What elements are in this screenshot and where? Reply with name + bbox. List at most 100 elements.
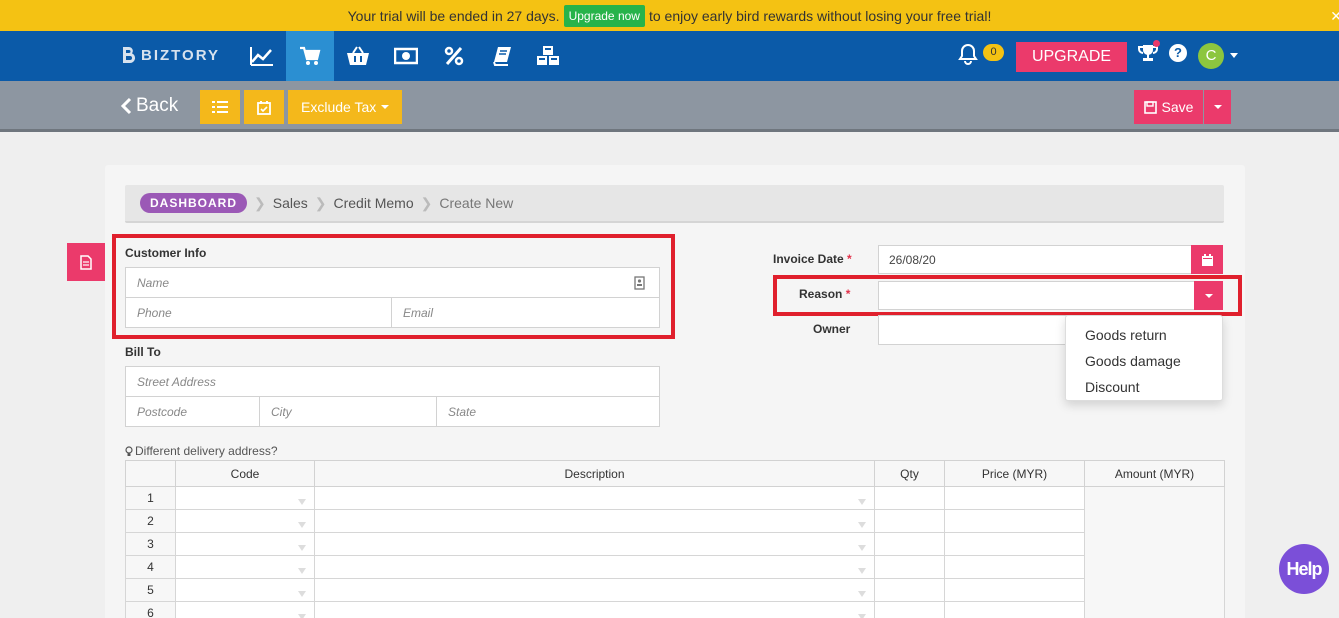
dropdown-arrow-icon — [298, 521, 306, 528]
reason-option-discount[interactable]: Discount — [1066, 374, 1222, 400]
chevron-right-icon: ❯ — [254, 194, 266, 211]
breadcrumb-credit-memo[interactable]: Credit Memo — [334, 195, 414, 211]
city-field[interactable]: City — [259, 396, 437, 427]
save-button[interactable]: Save — [1134, 90, 1203, 124]
exclude-tax-label: Exclude Tax — [301, 99, 377, 115]
invoice-date-label: Invoice Date * — [773, 252, 852, 266]
table-row: 2 — [125, 509, 1225, 533]
chevron-left-icon — [120, 97, 132, 115]
inventory-nav[interactable] — [524, 31, 572, 81]
upgrade-button[interactable]: UPGRADE — [1016, 42, 1127, 72]
state-placeholder: State — [448, 404, 477, 419]
price-input[interactable] — [944, 486, 1085, 510]
tax-nav[interactable] — [430, 31, 478, 81]
dropdown-arrow-icon — [858, 521, 866, 528]
price-input[interactable] — [944, 532, 1085, 556]
save-options-dropdown[interactable] — [1204, 90, 1231, 124]
exclude-tax-dropdown[interactable]: Exclude Tax — [288, 90, 403, 124]
code-select[interactable] — [175, 578, 315, 602]
sales-nav[interactable] — [286, 31, 334, 81]
qty-input[interactable] — [874, 532, 945, 556]
qty-input[interactable] — [874, 555, 945, 579]
invoice-date-input[interactable]: 26/08/20 — [878, 245, 1192, 274]
purchases-nav[interactable] — [334, 31, 382, 81]
col-header-amount: Amount (MYR) — [1084, 460, 1225, 487]
qty-input[interactable] — [874, 509, 945, 533]
owner-input[interactable] — [878, 315, 1068, 345]
logo[interactable]: BIZTORY — [120, 45, 220, 65]
street-address-field[interactable]: Street Address — [125, 366, 660, 397]
table-row: 4 — [125, 555, 1225, 579]
description-select[interactable] — [314, 532, 875, 556]
code-select[interactable] — [175, 509, 315, 533]
close-icon[interactable]: ✕ — [1330, 8, 1339, 25]
upgrade-now-button[interactable]: Upgrade now — [563, 4, 645, 27]
postcode-placeholder: Postcode — [137, 404, 188, 419]
dropdown-arrow-icon — [298, 567, 306, 574]
money-icon — [394, 47, 418, 65]
table-row: 1 — [125, 486, 1225, 618]
code-select[interactable] — [175, 555, 315, 579]
banking-nav[interactable] — [382, 31, 430, 81]
chevron-down-icon[interactable] — [1230, 53, 1238, 58]
different-delivery-link[interactable]: Different delivery address? — [125, 444, 278, 458]
table-header-row: Code Description Qty Price (MYR) Amount … — [125, 460, 1225, 487]
price-input[interactable] — [944, 509, 1085, 533]
invoice-date-label-text: Invoice Date — [773, 252, 844, 266]
table-row: 3 — [125, 532, 1225, 556]
chevron-right-icon: ❯ — [314, 194, 327, 211]
avatar[interactable]: C — [1198, 43, 1224, 69]
back-button[interactable]: Back — [120, 95, 178, 117]
reason-option-goods-damage[interactable]: Goods damage — [1066, 348, 1222, 374]
code-select[interactable] — [175, 601, 315, 618]
dropdown-arrow-icon — [298, 498, 306, 505]
document-side-tab[interactable] — [67, 243, 105, 281]
line-items-table: Code Description Qty Price (MYR) Amount … — [125, 460, 1225, 618]
document-icon — [80, 254, 92, 270]
chevron-right-icon: ❯ — [420, 194, 433, 211]
breadcrumb-dashboard[interactable]: DASHBOARD — [140, 193, 247, 213]
table-row: 6 — [125, 601, 1225, 618]
qty-input[interactable] — [874, 486, 945, 510]
breadcrumb: DASHBOARD ❯ Sales ❯ Credit Memo ❯ Create… — [125, 185, 1224, 223]
description-select[interactable] — [314, 509, 875, 533]
reports-nav[interactable] — [238, 31, 286, 81]
caret-down-icon — [381, 105, 390, 109]
trial-text-after: to enjoy early bird rewards without losi… — [648, 7, 992, 24]
code-select[interactable] — [175, 486, 315, 510]
dropdown-arrow-icon — [858, 567, 866, 574]
chart-icon — [250, 47, 273, 66]
rewards-button[interactable] — [1138, 44, 1158, 65]
price-input[interactable] — [944, 578, 1085, 602]
qty-input[interactable] — [874, 578, 945, 602]
lightbulb-icon — [125, 445, 133, 456]
trial-text: Your trial will be ended in 27 days. — [347, 7, 560, 24]
breadcrumb-sales[interactable]: Sales — [273, 195, 308, 211]
caret-down-icon — [1213, 105, 1222, 109]
reason-option-goods-return[interactable]: Goods return — [1066, 322, 1222, 348]
breadcrumb-create-new: Create New — [439, 195, 514, 211]
description-select[interactable] — [314, 578, 875, 602]
top-navbar: BIZTORY 0 UPGRADE ? C — [0, 31, 1339, 81]
date-picker-button[interactable] — [1191, 245, 1223, 274]
postcode-field[interactable]: Postcode — [125, 396, 260, 427]
list-view-button[interactable] — [200, 90, 240, 124]
calendar-view-button[interactable] — [244, 90, 284, 124]
notifications-button[interactable] — [958, 43, 978, 68]
price-input[interactable] — [944, 601, 1085, 618]
help-icon[interactable]: ? — [1169, 44, 1187, 62]
description-select[interactable] — [314, 486, 875, 510]
qty-input[interactable] — [874, 601, 945, 618]
row-number: 5 — [125, 578, 176, 602]
code-select[interactable] — [175, 532, 315, 556]
notification-count-badge: 0 — [983, 44, 1004, 61]
accounting-nav[interactable] — [478, 31, 526, 81]
percent-icon — [444, 46, 464, 66]
help-chat-button[interactable]: Help — [1279, 544, 1329, 594]
price-input[interactable] — [944, 555, 1085, 579]
description-select[interactable] — [314, 555, 875, 579]
state-field[interactable]: State — [436, 396, 660, 427]
col-header-index — [125, 460, 176, 487]
description-select[interactable] — [314, 601, 875, 618]
calendar-icon — [1201, 253, 1213, 266]
